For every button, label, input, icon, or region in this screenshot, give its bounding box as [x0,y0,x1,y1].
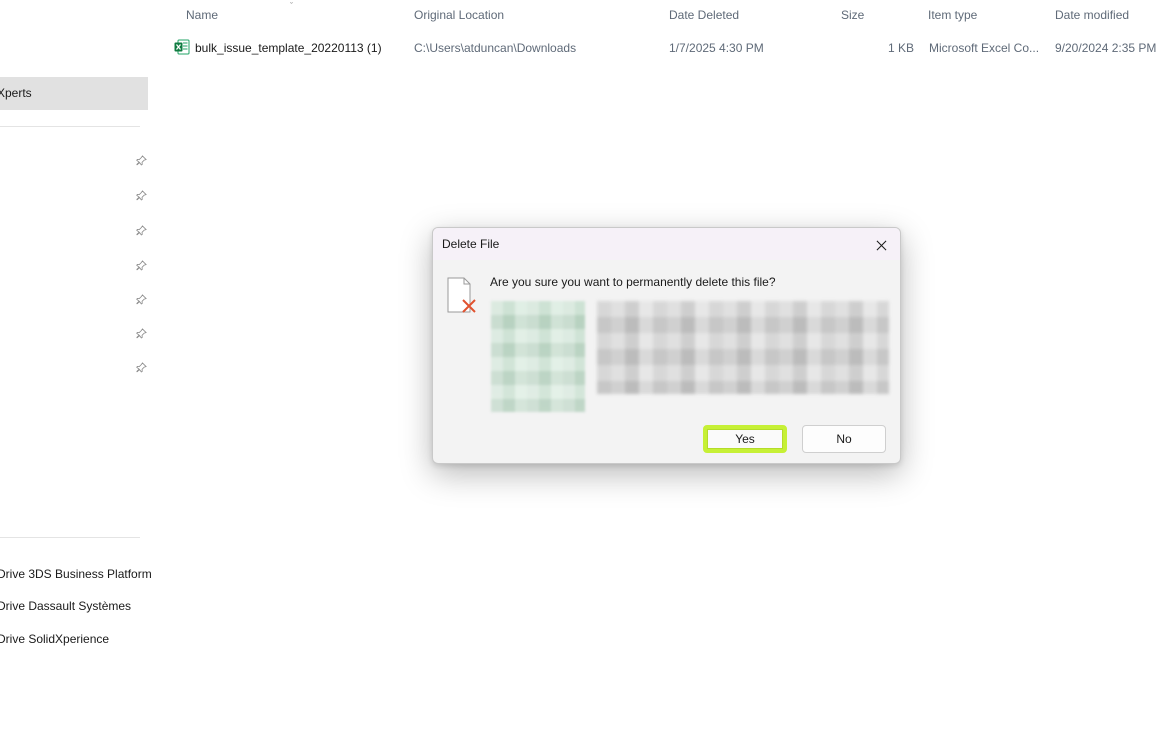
sidebar-item-drive-solidxperience[interactable]: Drive SolidXperience [0,631,152,647]
file-name: bulk_issue_template_20220113 (1) [195,41,382,55]
pin-icon[interactable] [134,223,148,237]
delete-file-icon [447,277,476,313]
sidebar-item-drive-dassault-systemes[interactable]: Drive Dassault Systèmes [0,598,152,614]
column-header-original-location[interactable]: Original Location [414,7,504,23]
pin-icon[interactable] [134,326,148,340]
pin-icon[interactable] [134,258,148,272]
table-row[interactable]: bulk_issue_template_20220113 (1) C:\User… [150,36,1164,60]
column-header-date-modified[interactable]: Date modified [1055,7,1129,23]
file-date-modified: 9/20/2024 2:35 PM [1055,41,1157,55]
pin-icon[interactable] [134,292,148,306]
sidebar-item-label: Drive Dassault Systèmes [0,599,132,613]
file-date-deleted: 1/7/2025 4:30 PM [669,41,764,55]
navigation-pane: Xperts Drive 3DS Business Platform Drive… [0,0,152,744]
file-thumbnail-redacted [491,301,585,412]
yes-button-label: Yes [735,432,755,446]
yes-button[interactable]: Yes [703,425,787,453]
file-size: 1 KB [888,41,915,55]
column-header-date-deleted[interactable]: Date Deleted [669,7,739,23]
sort-indicator-icon: ˇ [290,1,293,11]
close-icon [876,240,886,250]
delete-file-dialog: Delete File Are you sure you want to per… [432,227,901,464]
pin-icon[interactable] [134,188,148,202]
sidebar-item-label: Drive 3DS Business Platform [0,567,152,581]
file-original-location: C:\Users\atduncan\Downloads [414,41,577,55]
pin-icon[interactable] [134,360,148,374]
sidebar-item-label: Drive SolidXperience [0,632,110,646]
no-button[interactable]: No [802,425,886,453]
no-button-label: No [836,432,852,446]
column-header-item-type[interactable]: Item type [928,7,977,23]
column-header-size[interactable]: Size [841,7,864,23]
dialog-title: Delete File [442,237,500,251]
sidebar-divider [0,126,140,127]
file-details-redacted [597,301,889,394]
sidebar-item-selected[interactable]: Xperts [0,77,148,110]
dialog-title-bar[interactable]: Delete File [433,228,900,260]
sidebar-divider [0,537,140,538]
excel-file-icon [174,39,190,55]
column-header-name[interactable]: Name [186,7,218,23]
sidebar-item-label: Xperts [0,86,32,100]
sidebar-item-drive-3ds-business-platform[interactable]: Drive 3DS Business Platform [0,566,152,582]
file-item-type: Microsoft Excel Co... [929,41,1040,55]
close-button[interactable] [870,234,892,256]
dialog-message: Are you sure you want to permanently del… [490,275,776,289]
pin-icon[interactable] [134,153,148,167]
